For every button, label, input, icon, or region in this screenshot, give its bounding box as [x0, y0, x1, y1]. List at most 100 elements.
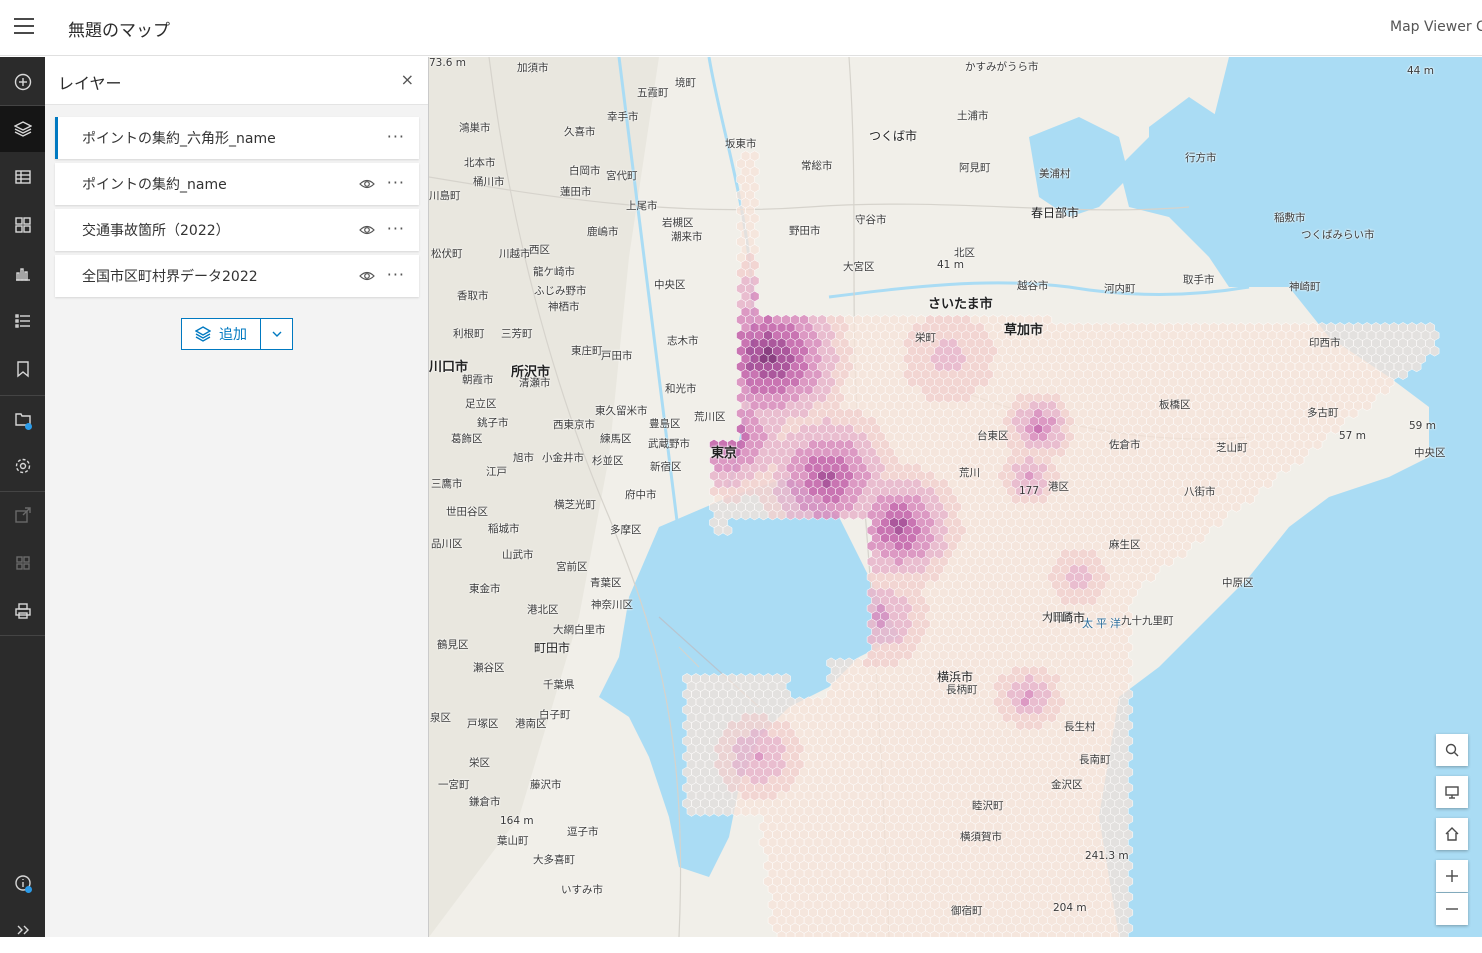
legend-icon[interactable] [0, 298, 45, 344]
table-icon[interactable] [0, 154, 45, 200]
visibility-eye-icon[interactable] [359, 223, 375, 237]
map-place-label: 太平洋 [1082, 617, 1124, 630]
hexbin-cell [1213, 517, 1224, 529]
map-place-label: 葛飾区 [451, 433, 483, 445]
layer-item[interactable]: 交通事故箇所（2022） ··· [55, 209, 419, 251]
share-icon [0, 492, 45, 538]
map-place-label: 守谷市 [855, 214, 887, 226]
chart-icon[interactable] [0, 250, 45, 296]
add-dropdown-button[interactable] [261, 319, 292, 349]
map-place-label: 朝霞市 [462, 374, 494, 386]
map-place-label: 長南町 [1079, 754, 1111, 766]
map-place-label: 足立区 [465, 398, 497, 410]
map-place-label: 164 m [500, 815, 534, 827]
map-place-label: 取手市 [1183, 274, 1215, 286]
map-place-label: 江戸 [486, 466, 507, 478]
hexbin-cell [722, 524, 733, 536]
more-options-icon[interactable]: ··· [387, 173, 405, 192]
map-place-label: 瀬谷区 [473, 662, 505, 674]
layer-item[interactable]: ポイントの集約_六角形_name ··· [55, 117, 419, 159]
hexbin-cell [1231, 501, 1242, 513]
map-title[interactable]: 無題のマップ [68, 16, 170, 41]
map-place-label: 鎌倉市 [469, 796, 501, 808]
screen-button[interactable] [1436, 776, 1468, 808]
map-place-label: 宮代町 [606, 170, 638, 182]
more-options-icon[interactable]: ··· [387, 265, 405, 284]
map-place-label: 草加市 [1004, 323, 1044, 338]
map-place-label: 荒川 [959, 467, 980, 479]
close-icon[interactable]: × [401, 70, 414, 89]
layers-add-icon [195, 326, 211, 342]
hexbin-cell [722, 805, 733, 817]
hexbin-cell [731, 509, 742, 521]
map-place-label: 武蔵野市 [648, 438, 690, 450]
more-options-icon[interactable]: ··· [387, 127, 405, 146]
map-place-label: 上尾市 [626, 200, 658, 212]
home-button[interactable] [1436, 818, 1468, 850]
map-place-label: 神奈川区 [591, 599, 633, 611]
basemap-icon[interactable] [0, 202, 45, 248]
menu-icon[interactable] [14, 18, 34, 36]
map-place-label: 川越市 [499, 248, 531, 260]
map-place-label: 西区 [529, 244, 550, 256]
folder-icon[interactable] [0, 396, 45, 442]
map-place-label: 藤沢市 [530, 779, 562, 791]
visibility-eye-icon[interactable] [359, 269, 375, 283]
map-place-label: 中央区 [1414, 447, 1446, 459]
map-place-label: 葉山町 [497, 835, 529, 847]
map-place-label: 加須市 [517, 62, 549, 74]
zoom-out-button[interactable] [1436, 893, 1468, 925]
map-place-label: 練馬区 [600, 433, 632, 445]
map-place-label: 東金市 [469, 583, 501, 595]
more-options-icon[interactable]: ··· [387, 219, 405, 238]
print-icon[interactable] [0, 588, 45, 634]
layer-item[interactable]: ポイントの集約_name ··· [55, 163, 419, 205]
hexbin-cell [1281, 462, 1291, 474]
map-place-label: 稲敷市 [1274, 212, 1306, 224]
map-place-label: 金沢区 [1051, 779, 1083, 791]
info-icon[interactable] [0, 860, 45, 906]
hexbin-cell [794, 509, 805, 521]
map-place-label: 栄区 [469, 757, 490, 769]
map-place-label: 府中市 [625, 489, 657, 501]
hexbin-cell [713, 524, 724, 536]
map-place-label: 幸手市 [607, 111, 639, 123]
map-place-label: 潮来市 [671, 231, 703, 243]
add-layer-button[interactable]: 追加 [182, 319, 261, 349]
visibility-eye-icon[interactable] [359, 177, 375, 191]
map-place-label: 美浦村 [1039, 168, 1071, 180]
map-place-label: 川崎市 [1049, 611, 1086, 625]
hexbin-cell [785, 509, 796, 521]
apps-icon [0, 540, 45, 586]
hexbin-cell [776, 509, 787, 521]
chevron-down-icon [272, 331, 281, 337]
map-view[interactable]: 加須市 境町 かすみがうら市 44 m 五霞町 幸手市 土浦市 鴻巣市 久喜市 坂東市 つくば市 北本… [429, 57, 1482, 937]
map-place-label: 北区 [954, 247, 975, 259]
app-header: 無題のマップ Map Viewer C [0, 0, 1482, 56]
search-button[interactable] [1436, 734, 1468, 766]
map-place-label: 41 m [937, 259, 964, 271]
bookmark-icon[interactable] [0, 346, 45, 392]
map-place-label: 龍ケ崎市 [533, 266, 575, 278]
home-icon [1445, 827, 1459, 841]
map-place-label: 稲城市 [488, 523, 520, 535]
map-place-label: 鶴見区 [437, 639, 469, 651]
zoom-in-button[interactable] [1436, 860, 1468, 892]
hexbin-cell [704, 805, 715, 817]
map-place-label: 睦沢町 [972, 800, 1004, 812]
hexbin-cell [1146, 571, 1156, 583]
hexbin-cell [857, 509, 868, 521]
layers-icon[interactable] [0, 106, 45, 152]
layer-item[interactable]: 全国市区町村界データ2022 ··· [55, 255, 419, 297]
map-place-label: 小金井市 [542, 452, 584, 464]
add-icon[interactable] [0, 59, 45, 105]
hexbin-cell [758, 509, 769, 521]
expand-icon[interactable] [0, 907, 45, 953]
map-place-label: 中原区 [1222, 577, 1254, 589]
settings-icon[interactable] [0, 443, 45, 489]
layer-name: ポイントの集約_name [82, 177, 227, 193]
map-place-label: 荒川区 [694, 411, 726, 423]
hexbin-cell [1195, 532, 1206, 544]
map-place-label: 泉区 [430, 712, 451, 724]
map-place-label: 世田谷区 [446, 506, 488, 518]
